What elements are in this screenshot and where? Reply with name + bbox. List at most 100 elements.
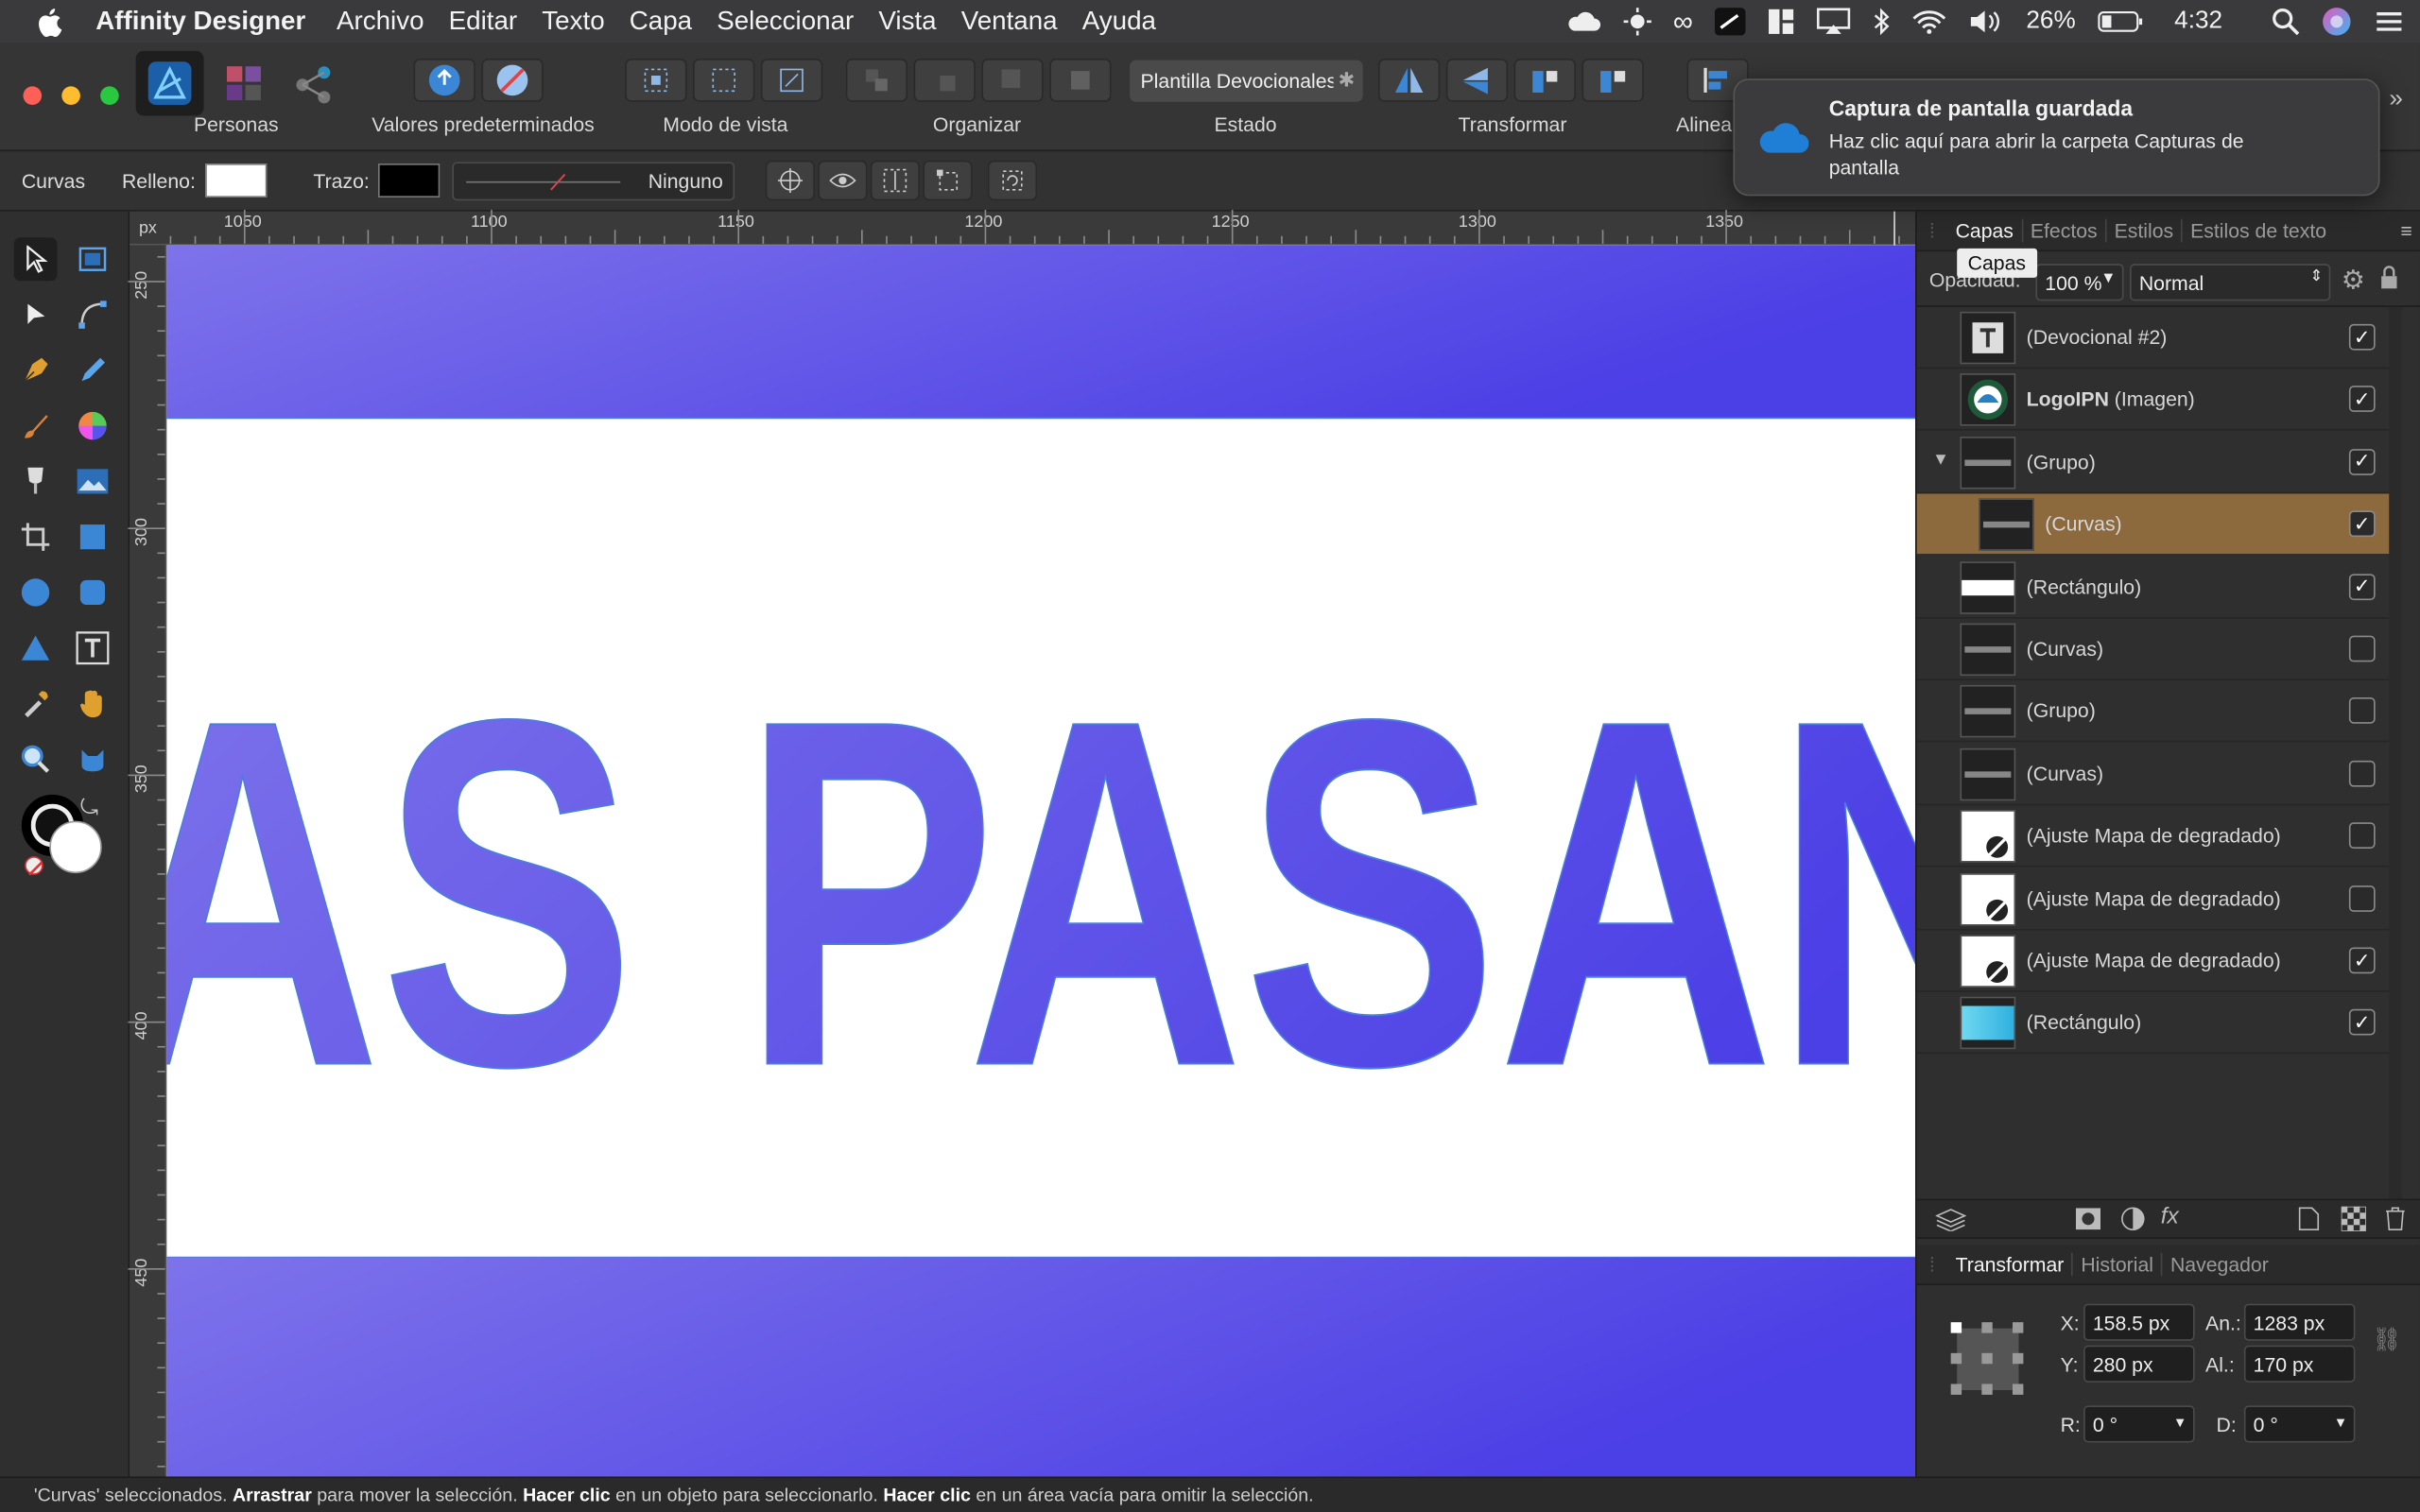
tab-layers[interactable]: Capas (1947, 219, 2021, 242)
screenshot-notification[interactable]: Captura de pantalla guardada Haz clic aq… (1733, 78, 2380, 197)
wifi-icon[interactable] (1912, 9, 1946, 34)
zoom-tool[interactable] (14, 737, 58, 781)
crop-tool[interactable] (14, 515, 58, 558)
minimize-window-button[interactable] (61, 86, 80, 106)
flip-horizontal-button[interactable] (1377, 59, 1441, 102)
menu-seleccionar[interactable]: Seleccionar (704, 7, 866, 38)
designer-persona-button[interactable] (135, 50, 204, 116)
menu-texto[interactable]: Texto (529, 7, 616, 38)
height-field[interactable]: 170 px (2243, 1345, 2356, 1383)
layer-row[interactable]: (Ajuste Mapa de degradado) ✓ (1916, 930, 2390, 992)
snap-nodes-button[interactable] (870, 160, 921, 201)
vector-brush-tool[interactable] (14, 404, 58, 448)
layer-row[interactable]: (Ajuste Mapa de degradado) (1916, 868, 2390, 930)
window-layout-icon[interactable] (1767, 8, 1794, 35)
trash-icon[interactable] (2384, 1207, 2406, 1239)
close-window-button[interactable] (23, 86, 43, 106)
show-nodes-button[interactable] (818, 160, 868, 201)
width-field[interactable]: 1283 px (2243, 1303, 2356, 1341)
transform-origin-button[interactable] (765, 160, 816, 201)
layer-visibility-checkbox[interactable] (2348, 885, 2376, 912)
layers-stack-icon[interactable] (1934, 1207, 1967, 1239)
link-icon[interactable]: ⛓ (2372, 1325, 2401, 1353)
layer-row[interactable]: (Devocional #2) ✓ (1916, 307, 2390, 369)
layer-visibility-checkbox[interactable]: ✓ (2348, 386, 2376, 413)
no-color-icon[interactable] (25, 856, 43, 876)
color-picker-tool[interactable] (14, 682, 58, 726)
export-persona-icon[interactable] (293, 65, 333, 113)
layer-row[interactable]: (Rectángulo) ✓ (1916, 557, 2390, 619)
layer-visibility-checkbox[interactable]: ✓ (2348, 947, 2376, 974)
panel-menu-icon[interactable]: ≡ (2400, 219, 2411, 242)
layer-row[interactable]: (Curvas) (1916, 619, 2390, 680)
layer-visibility-checkbox[interactable] (2348, 822, 2376, 850)
opacity-dropdown[interactable]: 100 % ▼ (2035, 264, 2124, 301)
control-center-icon[interactable] (2374, 9, 2405, 34)
place-image-tool[interactable] (71, 460, 114, 504)
move-back-one-button[interactable] (913, 59, 976, 102)
gear-icon[interactable]: ⚙ (2342, 266, 2365, 297)
document-canvas[interactable]: AS PASAN (166, 245, 1916, 1477)
search-icon[interactable] (2272, 8, 2300, 36)
headline-text[interactable]: AS PASAN (166, 617, 1915, 1170)
stroke-swatch[interactable] (377, 163, 441, 198)
layer-visibility-checkbox[interactable] (2348, 697, 2376, 725)
lock-icon[interactable] (2380, 266, 2399, 298)
fill-color-well[interactable] (49, 820, 102, 874)
view-retina-button[interactable] (693, 59, 755, 102)
text-tool[interactable] (71, 627, 114, 670)
tab-navigator[interactable]: Navegador (2161, 1252, 2276, 1277)
layer-row[interactable]: LogoIPN (Imagen) ✓ (1916, 369, 2390, 432)
brightness-icon[interactable] (1623, 8, 1651, 36)
stroke-style-dropdown[interactable]: Ninguno (452, 162, 735, 201)
ellipse-tool[interactable] (14, 571, 58, 614)
checkerboard-icon[interactable] (2340, 1205, 2367, 1239)
bluetooth-icon[interactable] (1872, 8, 1891, 36)
layer-visibility-checkbox[interactable]: ✓ (2348, 510, 2376, 538)
mask-icon[interactable] (2075, 1208, 2101, 1237)
layer-row-selected[interactable]: (Curvas) ✓ (1916, 493, 2390, 557)
pixel-persona-icon[interactable] (225, 65, 265, 113)
anchor-selector[interactable] (1947, 1319, 2028, 1400)
layer-row[interactable]: (Curvas) (1916, 744, 2390, 805)
clock[interactable]: 4:32 (2165, 8, 2250, 35)
node-tool[interactable] (14, 293, 58, 336)
transform-mode-button[interactable] (923, 160, 973, 201)
rotate-mode-button[interactable] (987, 160, 1038, 201)
artboard-tool[interactable] (71, 237, 114, 281)
layer-row[interactable]: (Ajuste Mapa de degradado) (1916, 806, 2390, 868)
shear-field[interactable]: 0 ° ▼ (2243, 1405, 2356, 1443)
transparency-tool[interactable] (14, 460, 58, 504)
move-forward-one-button[interactable] (981, 59, 1044, 102)
rotation-field[interactable]: 0 ° ▼ (2083, 1405, 2195, 1443)
tab-history[interactable]: Historial (2071, 1252, 2162, 1277)
layer-row[interactable]: (Grupo) (1916, 681, 2390, 743)
menu-ayuda[interactable]: Ayuda (1070, 7, 1168, 38)
adjustment-icon[interactable] (2120, 1207, 2145, 1239)
view-pixels-button[interactable] (625, 59, 687, 102)
volume-icon[interactable] (1967, 8, 2004, 35)
layer-visibility-checkbox[interactable]: ✓ (2348, 1009, 2376, 1037)
layer-visibility-checkbox[interactable]: ✓ (2348, 573, 2376, 600)
battery-icon[interactable] (2098, 9, 2144, 34)
fill-tool[interactable] (71, 404, 114, 448)
layer-visibility-checkbox[interactable]: ✓ (2348, 323, 2376, 351)
x-field[interactable]: 158.5 px (2083, 1303, 2195, 1341)
layer-visibility-checkbox[interactable] (2348, 760, 2376, 787)
move-to-front-button[interactable] (1049, 59, 1112, 102)
rounded-rectangle-tool[interactable] (71, 571, 114, 614)
assistant-tool[interactable] (71, 737, 114, 781)
pencil-tool[interactable] (71, 349, 114, 392)
layer-visibility-checkbox[interactable] (2348, 635, 2376, 662)
triangle-tool[interactable] (14, 627, 58, 670)
flip-vertical-button[interactable] (1445, 59, 1509, 102)
toolbar-overflow-icon[interactable]: » (2389, 86, 2403, 113)
tab-transform[interactable]: Transformar (1947, 1253, 2071, 1276)
tab-effects[interactable]: Efectos (2021, 218, 2105, 243)
snapping-button[interactable] (413, 59, 475, 102)
tab-text-styles[interactable]: Estilos de texto (2181, 218, 2334, 243)
view-tool[interactable] (71, 682, 114, 726)
artwork[interactable]: AS PASAN (166, 245, 1916, 1477)
menu-editar[interactable]: Editar (437, 7, 530, 38)
infinity-icon[interactable]: ∞ (1673, 6, 1693, 38)
